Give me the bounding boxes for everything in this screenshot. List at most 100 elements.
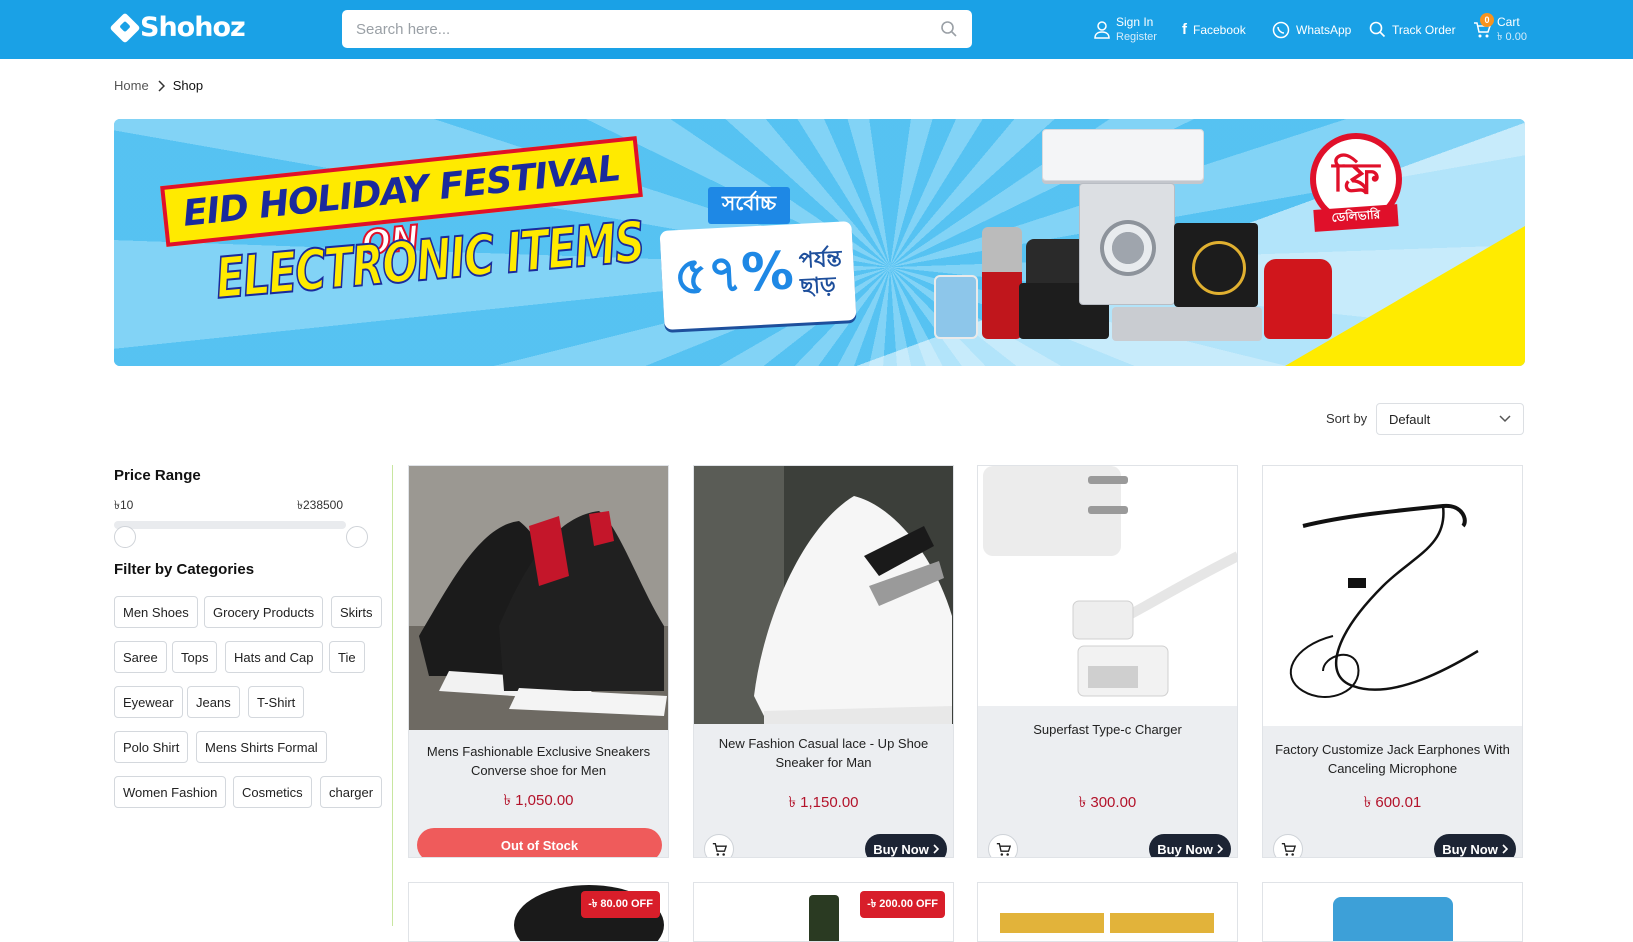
top-header: Shohoz Sign In Register f Facebook Whats… [0, 0, 1633, 59]
buy-now-button[interactable]: Buy Now [1149, 834, 1231, 857]
phone-image [934, 275, 978, 339]
facebook-link[interactable]: f Facebook [1182, 0, 1246, 59]
add-to-cart-button[interactable] [1273, 834, 1303, 857]
breadcrumb-home[interactable]: Home [114, 78, 149, 93]
out-of-stock-button[interactable]: Out of Stock [417, 828, 662, 857]
category-chip[interactable]: Cosmetics [233, 776, 312, 808]
product-image[interactable] [409, 466, 668, 730]
washing-machine-image [1079, 183, 1175, 305]
product-image[interactable] [1263, 466, 1522, 726]
category-chip[interactable]: charger [320, 776, 383, 808]
price-max: ৳238500 [297, 498, 344, 512]
category-chip[interactable]: Mens Shirts Formal [196, 731, 327, 763]
whatsapp-icon [1272, 21, 1290, 38]
product-card[interactable]: New Fashion Casual lace - Up Shoe Sneake… [693, 465, 954, 858]
site-logo[interactable]: Shohoz [109, 11, 246, 44]
discount-main: ৫৭% পর্যন্ত ছাড় [659, 221, 857, 330]
category-chip[interactable]: Skirts [331, 596, 382, 628]
track-order-link[interactable]: Track Order [1369, 0, 1456, 59]
category-chip[interactable]: Tops [172, 641, 218, 673]
search-icon[interactable] [940, 20, 958, 38]
cart-icon [1281, 842, 1296, 856]
product-name[interactable]: Superfast Type-c Charger [984, 720, 1231, 739]
earphone-image [1263, 466, 1522, 726]
product-image [1333, 897, 1453, 941]
category-chip[interactable]: Men Shoes [114, 596, 198, 628]
categories-title: Filter by Categories [114, 561, 255, 578]
product-name[interactable]: Mens Fashionable Exclusive Sneakers Conv… [415, 742, 662, 780]
category-chip[interactable]: Jeans [187, 686, 240, 718]
logo-icon [109, 11, 141, 44]
blender-image [982, 227, 1022, 339]
rice-cooker-image [1264, 259, 1332, 339]
sort-value: Default [1389, 411, 1431, 427]
search-input[interactable] [356, 20, 940, 38]
category-chip[interactable]: Saree [114, 641, 167, 673]
chevron-right-icon [1502, 844, 1508, 854]
discount-side-1: পর্যন্ত [798, 245, 843, 273]
promo-banner[interactable]: EID HOLIDAY FESTIVAL ON ELECTRONIC ITEMS… [114, 119, 1525, 366]
product-image [1000, 913, 1104, 933]
product-image[interactable] [978, 466, 1237, 706]
product-card[interactable] [977, 882, 1238, 942]
buy-now-button[interactable]: Buy Now [1434, 834, 1516, 857]
category-chip[interactable]: Women Fashion [114, 776, 227, 808]
product-name[interactable]: New Fashion Casual lace - Up Shoe Sneake… [700, 734, 947, 772]
whatsapp-label: WhatsApp [1296, 22, 1352, 37]
product-image [1110, 913, 1214, 933]
search-icon [1369, 21, 1386, 38]
register-label: Register [1116, 30, 1157, 43]
price-max-handle[interactable] [346, 526, 368, 548]
facebook-icon: f [1182, 21, 1187, 38]
product-card[interactable]: Superfast Type-c Charger ৳ 300.00 Buy No… [977, 465, 1238, 858]
cart-link[interactable]: 0 Cart ৳ 0.00 [1473, 0, 1527, 59]
price-range-title: Price Range [114, 467, 201, 484]
discount-badge: -৳ 200.00 OFF [860, 891, 945, 918]
category-chip[interactable]: Polo Shirt [114, 731, 189, 763]
discount-badge: সর্বোচ্চ ৫৭% পর্যন্ত ছাড় [659, 187, 857, 330]
sneaker-image [409, 466, 668, 730]
facebook-label: Facebook [1193, 22, 1246, 37]
sidebar-divider [392, 465, 393, 926]
sort-select[interactable]: Default [1376, 403, 1524, 435]
sign-in-link[interactable]: Sign In Register [1094, 0, 1157, 59]
product-price: ৳ 600.01 [1363, 794, 1422, 811]
buy-now-label: Buy Now [873, 841, 929, 857]
category-chip[interactable]: Eyewear [114, 686, 183, 718]
whatsapp-link[interactable]: WhatsApp [1272, 0, 1351, 59]
price-range-track[interactable] [114, 521, 346, 529]
discount-percent: ৫৭% [672, 241, 796, 308]
product-image[interactable] [694, 466, 953, 724]
logo-text: Shohoz [140, 12, 246, 43]
product-card[interactable]: Mens Fashionable Exclusive Sneakers Conv… [408, 465, 669, 858]
buy-now-label: Buy Now [1442, 841, 1498, 857]
add-to-cart-button[interactable] [704, 834, 734, 857]
cart-count-badge: 0 [1480, 13, 1494, 27]
product-card[interactable]: Factory Customize Jack Earphones With Ca… [1262, 465, 1523, 858]
product-card[interactable]: -৳ 80.00 OFF [408, 882, 669, 942]
price-min-handle[interactable] [114, 526, 136, 548]
product-name[interactable]: Factory Customize Jack Earphones With Ca… [1269, 740, 1516, 778]
category-chip[interactable]: Tie [329, 641, 365, 673]
breadcrumb: Home Shop [114, 78, 203, 93]
add-to-cart-button[interactable] [988, 834, 1018, 857]
cart-label: Cart [1497, 14, 1520, 29]
category-chip[interactable]: T-Shirt [248, 686, 305, 718]
product-price: ৳ 300.00 [1078, 794, 1137, 811]
category-chip[interactable]: Hats and Cap [225, 641, 323, 673]
buy-now-label: Buy Now [1157, 841, 1213, 857]
product-price: ৳ 1,050.00 [503, 792, 574, 809]
cart-total: ৳ 0.00 [1497, 30, 1527, 43]
sign-in-label: Sign In [1116, 14, 1154, 29]
chevron-down-icon [1499, 415, 1511, 423]
cart-icon [996, 842, 1011, 856]
product-price: ৳ 1,150.00 [788, 794, 859, 811]
charger-image [978, 466, 1237, 706]
product-card[interactable] [1262, 882, 1523, 942]
breadcrumb-current: Shop [172, 78, 204, 93]
chevron-right-icon [933, 844, 939, 854]
category-chip[interactable]: Grocery Products [204, 596, 324, 628]
product-card[interactable]: -৳ 200.00 OFF [693, 882, 954, 942]
buy-now-button[interactable]: Buy Now [865, 834, 947, 857]
discount-badge: -৳ 80.00 OFF [581, 891, 660, 918]
